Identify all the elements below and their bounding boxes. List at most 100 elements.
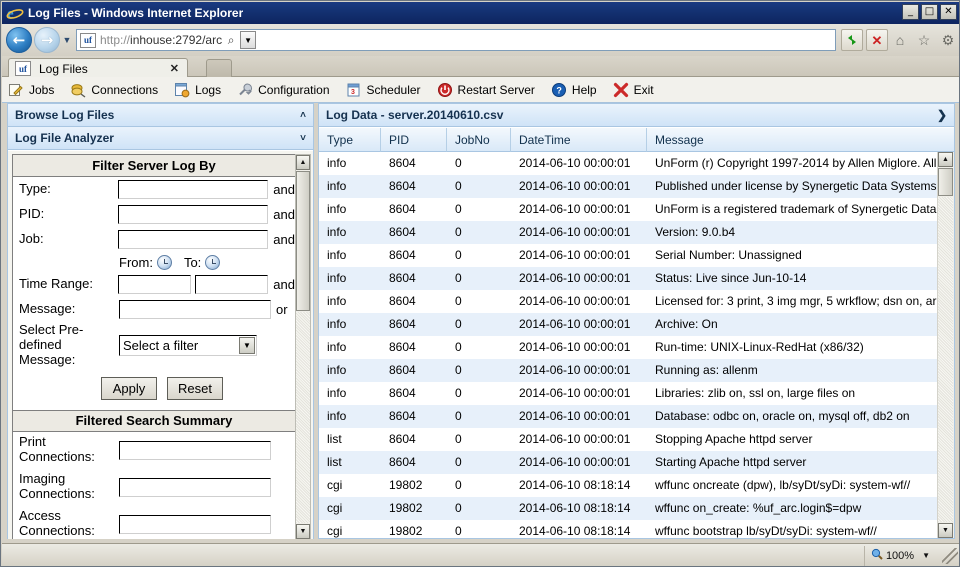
toolbar-item-jobs[interactable]: Jobs [2,78,64,102]
cell-datetime: 2014-06-10 00:00:01 [511,267,647,290]
column-header-jobno[interactable]: JobNo [447,128,511,152]
message-input[interactable] [119,300,271,319]
table-row[interactable]: info860402014-06-10 00:00:01UnForm is a … [319,198,937,221]
zoom-control[interactable]: 100% ▼ [864,546,940,566]
toolbar-item-connections[interactable]: Connections [64,78,168,102]
table-row[interactable]: list860402014-06-10 00:00:01Stopping Apa… [319,428,937,451]
toolbar-item-logs[interactable]: Logs [168,78,231,102]
cell-jobno: 0 [447,290,511,313]
table-row[interactable]: info860402014-06-10 00:00:01Status: Live… [319,267,937,290]
column-header-message[interactable]: Message [647,128,937,152]
table-row[interactable]: cgi1980202014-06-10 08:18:14wffunc on_cr… [319,497,937,520]
time-range-from-input[interactable] [118,275,191,294]
table-row[interactable]: info860402014-06-10 00:00:01Run-time: UN… [319,336,937,359]
close-button[interactable]: ✕ [940,4,957,20]
table-row[interactable]: cgi1980202014-06-10 08:18:14wffunc boots… [319,520,937,538]
cell-datetime: 2014-06-10 00:00:01 [511,313,647,336]
table-row[interactable]: info860402014-06-10 00:00:01Serial Numbe… [319,244,937,267]
from-clock-icon[interactable] [157,255,172,270]
log-data-title: Log Data - server.20140610.csv [326,108,503,122]
table-row[interactable]: info860402014-06-10 00:00:01Database: od… [319,405,937,428]
scroll-thumb[interactable] [938,168,953,196]
resize-grip[interactable] [942,548,958,564]
grid-header-row: Type PID JobNo DateTime Message [319,128,954,152]
cell-datetime: 2014-06-10 00:00:01 [511,428,647,451]
toolbar-item-help[interactable]: ? Help [545,78,607,102]
column-header-type[interactable]: Type [319,128,381,152]
time-range-label: Time Range: [19,277,118,292]
table-row[interactable]: list860402014-06-10 00:00:01Starting Apa… [319,451,937,474]
table-row[interactable]: info860402014-06-10 00:00:01Version: 9.0… [319,221,937,244]
table-row[interactable]: info860402014-06-10 00:00:01Libraries: z… [319,382,937,405]
scroll-up-button[interactable]: ▲ [296,155,310,170]
table-row[interactable]: info860402014-06-10 00:00:01UnForm (r) C… [319,152,937,175]
cell-message: Licensed for: 3 print, 3 img mgr, 5 wrkf… [647,290,937,313]
print-connections-input[interactable] [119,441,271,460]
table-row[interactable]: cgi1980202014-06-10 08:18:14wffunc oncre… [319,474,937,497]
pid-input[interactable] [118,205,268,224]
minimize-button[interactable]: _ [902,4,919,20]
cell-jobno: 0 [447,428,511,451]
type-input[interactable] [118,180,268,199]
message-suffix: or [276,302,288,317]
toolbar-item-restart-server[interactable]: Restart Server [431,78,545,102]
scroll-up-button[interactable]: ▲ [938,152,953,167]
cell-jobno: 0 [447,313,511,336]
table-row[interactable]: info860402014-06-10 00:00:01Licensed for… [319,290,937,313]
column-header-datetime[interactable]: DateTime [511,128,647,152]
cell-jobno: 0 [447,175,511,198]
to-clock-icon[interactable] [205,255,220,270]
tab-log-files[interactable]: uf Log Files ✕ [8,58,188,78]
maximize-button[interactable]: □ [921,4,938,20]
cell-jobno: 0 [447,359,511,382]
cell-pid: 8604 [381,244,447,267]
apply-button[interactable]: Apply [101,377,157,400]
page-content: Browse Log Files ˄ Log File Analyzer ˅ F… [2,103,960,543]
scroll-down-button[interactable]: ▼ [938,523,953,538]
table-row[interactable]: info860402014-06-10 00:00:01Published un… [319,175,937,198]
scroll-track[interactable] [938,197,953,522]
field-row-predefined: Select Pre-defined Message: Select a fil… [13,322,295,369]
address-input[interactable]: uf http://inhouse:2792/arc ⌕ ▼ [76,29,836,51]
log-data-header[interactable]: Log Data - server.20140610.csv ❯ [319,104,954,127]
scroll-down-button[interactable]: ▼ [296,524,310,539]
gear-icon[interactable]: ⚙ [936,28,960,52]
favorites-star-icon[interactable]: ☆ [912,28,936,52]
chevron-right-icon[interactable]: ❯ [937,108,947,122]
imaging-connections-input[interactable] [119,478,271,497]
search-dropdown-button[interactable]: ▼ [240,31,256,49]
back-button[interactable]: ← [6,27,32,53]
access-connections-input[interactable] [119,515,271,534]
grid-scrollbar[interactable]: ▲ ▼ [937,152,954,538]
field-row-type: Type: and [13,177,295,202]
close-icon[interactable]: ✕ [166,62,183,75]
toolbar-item-scheduler[interactable]: 3 Scheduler [340,78,431,102]
time-range-to-input[interactable] [195,275,268,294]
cell-pid: 8604 [381,152,447,175]
reset-button[interactable]: Reset [167,377,223,400]
new-tab-button[interactable] [206,59,232,78]
cell-type: info [319,267,381,290]
accordion-log-file-analyzer[interactable]: Log File Analyzer ˅ [8,127,313,150]
toolbar-item-exit[interactable]: Exit [607,78,664,102]
cell-jobno: 0 [447,221,511,244]
refresh-button[interactable] [841,29,863,51]
scroll-track[interactable] [296,312,310,523]
scroll-thumb[interactable] [296,171,310,311]
forward-button[interactable]: → [34,27,60,53]
search-icon[interactable]: ⌕ [222,30,240,50]
stop-button[interactable]: ✕ [866,29,888,51]
chevron-down-icon[interactable]: ▼ [922,551,930,560]
table-row[interactable]: info860402014-06-10 00:00:01Archive: On [319,313,937,336]
history-dropdown-button[interactable]: ▼ [60,27,74,53]
left-panel-scrollbar[interactable]: ▲ ▼ [295,154,311,539]
predefined-message-select[interactable]: Select a filter ▼ [119,335,257,356]
cell-message: Status: Live since Jun-10-14 [647,267,937,290]
cell-pid: 19802 [381,474,447,497]
job-input[interactable] [118,230,268,249]
table-row[interactable]: info860402014-06-10 00:00:01Running as: … [319,359,937,382]
accordion-browse-log-files[interactable]: Browse Log Files ˄ [8,104,313,127]
toolbar-item-configuration[interactable]: Configuration [231,78,339,102]
home-icon[interactable]: ⌂ [888,28,912,52]
column-header-pid[interactable]: PID [381,128,447,152]
